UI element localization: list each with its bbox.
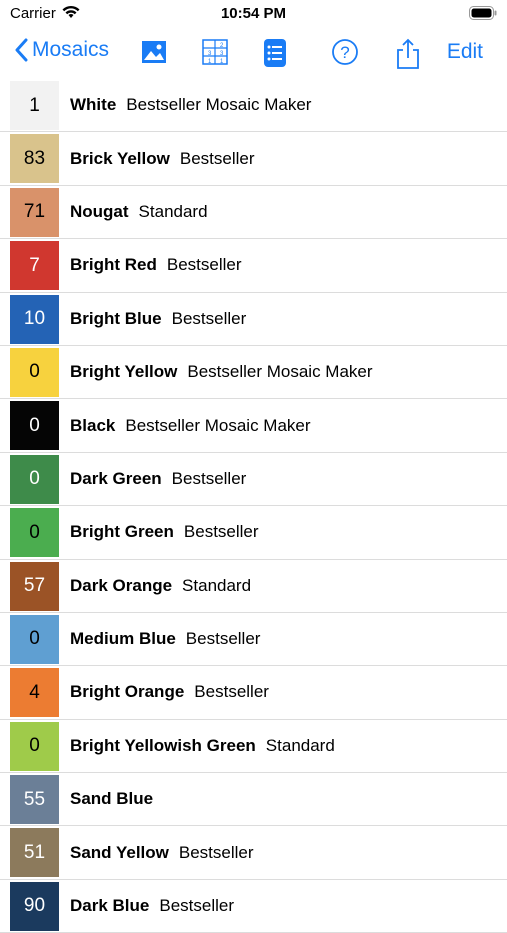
color-swatch-count: 4 [10,668,59,718]
color-list: 1 White Bestseller Mosaic Maker 83 Brick Yel… [0,79,507,933]
svg-text:?: ? [340,43,349,62]
list-item[interactable]: 4 Bright Orange Bestseller [0,666,507,720]
color-name: Sand Blue [70,789,163,809]
color-tags: Bestseller [171,468,247,488]
color-name-text: Dark Green [70,468,162,488]
color-swatch-count: 0 [10,721,59,771]
color-swatch-count: 57 [10,561,59,611]
color-swatch-count: 90 [10,881,59,931]
color-name: Dark Blue Bestseller [70,896,234,916]
color-tags: Bestseller [166,255,242,275]
status-bar: Carrier 10:54 PM [0,0,507,28]
list-item[interactable]: 0 Bright Yellowish Green Standard [0,720,507,774]
color-swatch-count: 71 [10,187,59,237]
color-tags: Bestseller Mosaic Maker [187,362,373,382]
color-name-text: Bright Yellowish Green [70,735,256,755]
color-tags: Bestseller [179,148,255,168]
color-name: Bright Red Bestseller [70,255,242,275]
color-name-text: Bright Orange [70,682,185,702]
status-time: 10:54 PM [220,5,287,22]
color-name: Brick Yellow Bestseller [70,149,255,169]
color-swatch-count: 7 [10,241,59,291]
color-tags: Standard [138,201,208,221]
color-name-text: Sand Yellow [70,842,169,862]
color-tags: Bestseller [171,308,247,328]
color-name: Bright Orange Bestseller [70,682,269,702]
color-name: White Bestseller Mosaic Maker [70,95,311,115]
list-icon[interactable] [262,38,292,68]
color-tags: Bestseller [185,629,261,649]
color-name-text: Bright Red [70,255,157,275]
color-tags: Bestseller [159,896,235,916]
color-swatch-count: 1 [10,81,59,130]
color-tags: Bestseller Mosaic Maker [125,415,311,435]
color-swatch-count: 51 [10,828,59,878]
color-tags: Bestseller [178,842,254,862]
image-icon[interactable] [140,38,170,68]
help-icon[interactable]: ? [331,38,361,68]
color-swatch-count: 0 [10,614,59,664]
color-name-text: Bright Yellow [70,362,178,382]
color-name-text: Sand Blue [70,789,154,809]
list-item[interactable]: 90 Dark Blue Bestseller [0,880,507,933]
list-item[interactable]: 55 Sand Blue [0,773,507,827]
color-name: Dark Orange Standard [70,576,251,596]
color-name: Bright Blue Bestseller [70,309,246,329]
color-swatch-count: 0 [10,347,59,397]
color-name-text: Brick Yellow [70,148,170,168]
back-button-label: Mosaics [32,38,110,61]
color-tags: Bestseller Mosaic Maker [126,95,312,115]
color-name-text: White [70,95,117,115]
share-icon[interactable] [394,38,424,69]
color-tags: Standard [265,735,335,755]
color-swatch-count: 0 [10,454,59,504]
edit-button[interactable]: Edit [447,40,483,64]
grid-numbers-icon[interactable]: 2 3 3 1 1 [201,38,231,68]
list-item[interactable]: 57 Dark Orange Standard [0,560,507,613]
list-item[interactable]: 71 Nougat Standard [0,186,507,240]
list-item[interactable]: 51 Sand Yellow Bestseller [0,826,507,880]
list-item[interactable]: 0 Bright Yellow Bestseller Mosaic Maker [0,346,507,400]
color-swatch-count: 0 [10,508,59,558]
color-name: Nougat Standard [70,202,208,222]
color-tags: Bestseller [194,682,269,702]
color-name: Medium Blue Bestseller [70,629,260,649]
navigation-bar: Mosaics 2 3 3 1 1 ? Edit [0,28,507,78]
color-name-text: Dark Orange [70,575,173,595]
color-name-text: Medium Blue [70,629,176,649]
list-item[interactable]: 1 White Bestseller Mosaic Maker [0,79,507,133]
color-name: Bright Yellowish Green Standard [70,736,335,756]
color-name-text: Black [70,415,116,435]
list-item[interactable]: 0 Dark Green Bestseller [0,453,507,507]
list-item[interactable]: 83 Brick Yellow Bestseller [0,132,507,186]
color-name-text: Nougat [70,201,129,221]
color-name-text: Dark Blue [70,896,150,916]
list-item[interactable]: 0 Medium Blue Bestseller [0,613,507,667]
color-swatch-count: 10 [10,294,59,344]
color-tags: Bestseller [183,522,259,542]
color-swatch-count: 0 [10,401,59,451]
color-name: Bright Yellow Bestseller Mosaic Maker [70,362,373,382]
color-swatch-count: 55 [10,775,59,825]
list-item[interactable]: 0 Bright Green Bestseller [0,506,507,560]
color-name-text: Bright Blue [70,308,162,328]
list-item[interactable]: 7 Bright Red Bestseller [0,239,507,293]
color-name: Dark Green Bestseller [70,469,246,489]
color-name-text: Bright Green [70,522,174,542]
battery-icon [469,6,497,20]
list-item[interactable]: 10 Bright Blue Bestseller [0,293,507,346]
back-button[interactable]: Mosaics [14,38,109,62]
chevron-left-icon [15,38,28,62]
color-name: Sand Yellow Bestseller [70,843,254,863]
list-item[interactable]: 0 Black Bestseller Mosaic Maker [0,399,507,453]
color-swatch-count: 83 [10,134,59,184]
color-name: Black Bestseller Mosaic Maker [70,416,311,436]
color-name: Bright Green Bestseller [70,522,259,542]
color-tags: Standard [182,575,252,595]
